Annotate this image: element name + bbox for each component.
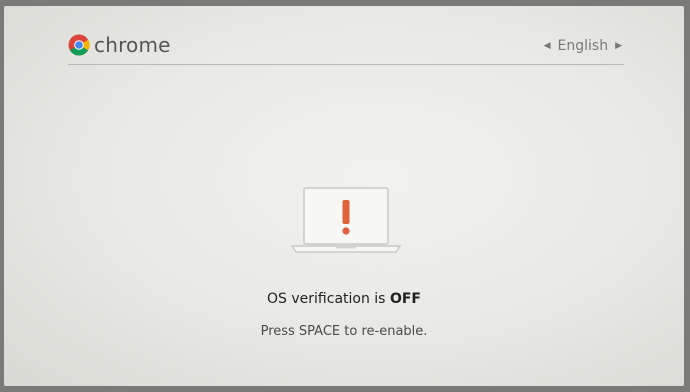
- brand-name: chrome: [94, 33, 171, 57]
- recovery-screen: chrome ◀ English ▶ OS verification is OF…: [4, 6, 684, 386]
- arrow-right-icon[interactable]: ▶: [613, 41, 624, 51]
- chrome-logo-icon: [68, 34, 90, 56]
- language-selector[interactable]: ◀ English ▶: [542, 38, 624, 54]
- arrow-left-icon[interactable]: ◀: [542, 41, 553, 51]
- status-value: OFF: [389, 291, 421, 307]
- instruction-text: Press SPACE to re-enable.: [260, 324, 428, 339]
- laptop-warning-icon: [290, 187, 402, 253]
- verification-status: OS verification is OFF: [4, 291, 684, 307]
- status-prefix: OS verification is: [267, 291, 390, 307]
- header-bar: chrome ◀ English ▶: [68, 32, 624, 65]
- language-label: English: [557, 38, 609, 54]
- brand: chrome: [68, 34, 171, 56]
